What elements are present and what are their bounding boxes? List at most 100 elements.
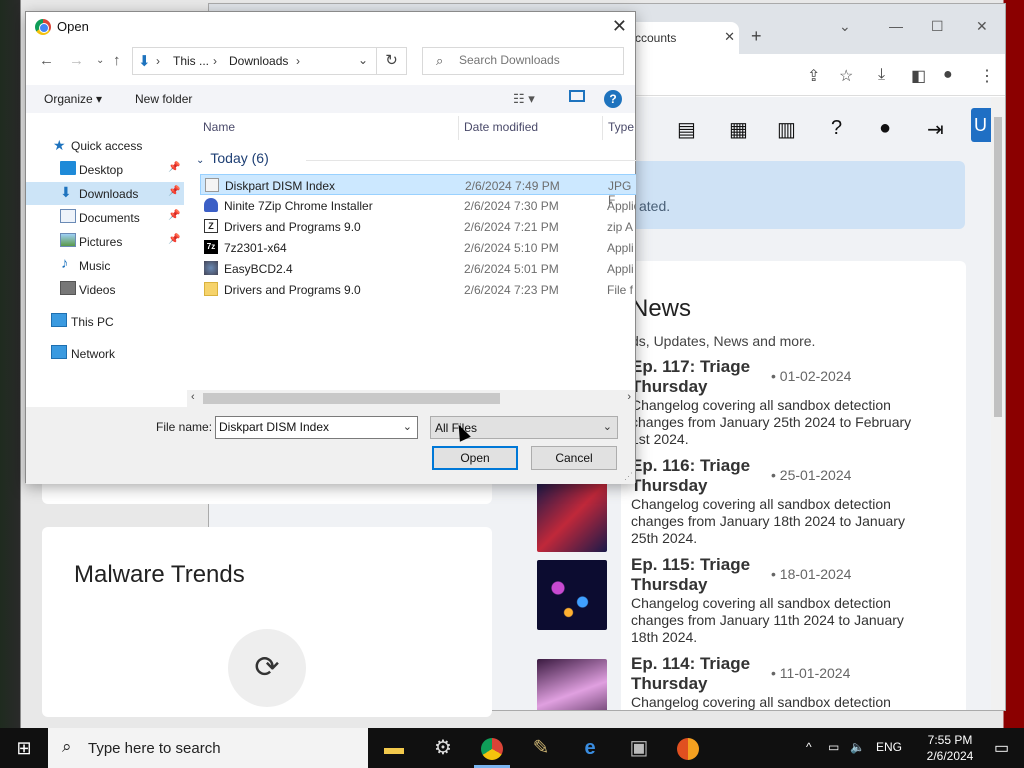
page-scrollbar[interactable] xyxy=(991,97,1005,710)
tab-search-chevron-icon[interactable]: ⌄ xyxy=(839,18,851,35)
settings-gear-icon[interactable]: ⚙ xyxy=(419,728,467,768)
horizontal-scrollbar[interactable]: ‹ › xyxy=(187,390,635,407)
profile-icon[interactable]: ● xyxy=(943,66,953,84)
scroll-right-icon[interactable]: › xyxy=(627,391,631,403)
file-row[interactable]: Diskpart DISM Index 2/6/2024 7:49 PM JPG… xyxy=(200,174,636,207)
news-item-date: • 18-01-2024 xyxy=(771,566,852,582)
address-bar[interactable]: ⬇ › This ... › Downloads › ⌄ xyxy=(132,47,377,75)
up-arrow-icon[interactable]: ↑ xyxy=(113,52,121,69)
image-file-icon xyxy=(205,178,219,192)
breadcrumb-downloads[interactable]: Downloads xyxy=(229,54,288,68)
nav-desktop[interactable]: Desktop 📌 xyxy=(26,158,184,181)
close-tab-icon[interactable]: ✕ xyxy=(724,29,735,45)
scrollbar-thumb[interactable] xyxy=(994,117,1002,417)
file-explorer-icon[interactable]: ▬ xyxy=(370,728,418,768)
preview-pane-icon[interactable] xyxy=(569,90,585,102)
volume-icon[interactable]: 🔈 xyxy=(850,740,865,754)
news-item-title[interactable]: Ep. 117: Triage Thursday xyxy=(631,357,771,397)
taskbar-search[interactable]: ⌕ Type here to search xyxy=(48,728,368,768)
nav-network[interactable]: Network xyxy=(26,342,184,365)
forward-arrow-icon[interactable]: → xyxy=(69,52,84,69)
cancel-button[interactable]: Cancel xyxy=(531,446,617,470)
new-folder-button[interactable]: New folder xyxy=(135,92,192,106)
change-view-icon[interactable]: ☷ ▾ xyxy=(513,91,535,107)
menu-kebab-icon[interactable]: ⋮ xyxy=(979,66,995,86)
share-icon[interactable]: ⇪ xyxy=(807,66,820,86)
news-item-title[interactable]: Ep. 116: Triage Thursday xyxy=(631,456,771,496)
browser-tab[interactable]: ccounts ✕ xyxy=(627,22,739,54)
nav-quick-access[interactable]: ★ Quick access xyxy=(26,134,184,157)
nav-downloads[interactable]: ⬇ Downloads 📌 xyxy=(26,182,184,205)
news-item[interactable]: Ep. 114: Triage Thursday • 11-01-2024 Ch… xyxy=(537,654,966,710)
user-icon[interactable]: ● xyxy=(879,117,891,140)
nav-this-pc[interactable]: This PC xyxy=(26,310,184,333)
news-item[interactable]: Ep. 116: Triage Thursday • 25-01-2024 Ch… xyxy=(537,456,966,554)
file-row[interactable]: Z Drivers and Programs 9.0 2/6/2024 7:21… xyxy=(200,216,636,237)
chevron-down-icon[interactable]: ⌄ xyxy=(403,420,412,433)
search-box[interactable]: ⌕ xyxy=(422,47,624,75)
file-row[interactable]: Ninite 7Zip Chrome Installer 2/6/2024 7:… xyxy=(200,195,636,216)
help-icon[interactable]: ? xyxy=(831,117,842,140)
file-row[interactable]: 7z 7z2301-x64 2/6/2024 5:10 PM Appli xyxy=(200,237,636,258)
logout-icon[interactable]: ⇥ xyxy=(927,117,944,142)
column-type[interactable]: Type xyxy=(608,120,634,134)
recent-locations-icon[interactable]: ⌄ xyxy=(96,55,104,66)
horizontal-scrollbar-thumb[interactable] xyxy=(203,393,500,404)
organize-button[interactable]: Organize ▾ xyxy=(44,92,102,106)
search-icon: ⌕ xyxy=(436,53,444,68)
tray-chevron-icon[interactable]: ^ xyxy=(806,740,812,754)
chevron-down-icon[interactable]: ⌄ xyxy=(603,420,612,433)
card-bottom-edge xyxy=(42,484,492,504)
close-window-button[interactable]: ✕ xyxy=(976,18,988,35)
file-name-combobox[interactable]: ⌄ xyxy=(215,416,418,439)
resize-grip-icon[interactable]: ⋰ xyxy=(624,471,633,482)
group-header-today[interactable]: ⌄ Today (6) xyxy=(196,150,269,166)
nav-videos[interactable]: Videos xyxy=(26,278,184,301)
download-icon[interactable]: ⤓ xyxy=(878,66,885,84)
dashboard-icon[interactable]: ▦ xyxy=(729,117,748,142)
refresh-icon[interactable]: ⟳ xyxy=(228,629,306,707)
user-button[interactable]: U xyxy=(971,108,991,142)
notification-center-icon[interactable]: ▭ xyxy=(994,738,1009,758)
scroll-left-icon[interactable]: ‹ xyxy=(191,391,195,403)
breadcrumb-this-pc[interactable]: This ... xyxy=(173,54,209,68)
open-button[interactable]: Open xyxy=(432,446,518,470)
news-item[interactable]: Ep. 117: Triage Thursday • 01-02-2024 Ch… xyxy=(621,357,966,455)
chrome-taskbar-icon[interactable] xyxy=(468,728,516,768)
network-app-icon[interactable]: ▣ xyxy=(615,728,663,768)
bookmark-star-icon[interactable]: ☆ xyxy=(839,66,853,86)
search-input[interactable] xyxy=(459,53,609,67)
new-tab-button[interactable]: + xyxy=(751,26,762,47)
nav-music[interactable]: ♪ Music xyxy=(26,254,184,277)
help-button[interactable]: ? xyxy=(604,90,622,108)
unknown-app-icon[interactable]: ✎ xyxy=(517,728,565,768)
start-button[interactable]: ⊞ xyxy=(0,728,48,768)
book-icon[interactable]: ▥ xyxy=(777,117,796,142)
file-name-input[interactable] xyxy=(219,420,394,434)
news-item[interactable]: Ep. 115: Triage Thursday • 18-01-2024 Ch… xyxy=(537,555,966,653)
chrome-canary-icon[interactable] xyxy=(664,728,712,768)
news-item-date: • 11-01-2024 xyxy=(771,665,851,681)
nav-pictures[interactable]: Pictures 📌 xyxy=(26,230,184,253)
file-row[interactable]: EasyBCD2.4 2/6/2024 5:01 PM Appli xyxy=(200,258,636,279)
maximize-button[interactable]: ☐ xyxy=(931,18,944,35)
back-arrow-icon[interactable]: ← xyxy=(39,52,54,69)
address-dropdown-icon[interactable]: ⌄ xyxy=(358,53,368,67)
minimize-button[interactable]: — xyxy=(889,18,903,34)
refresh-button[interactable]: ↻ xyxy=(377,47,407,75)
news-item-title[interactable]: Ep. 115: Triage Thursday xyxy=(631,555,771,595)
news-item-title[interactable]: Ep. 114: Triage Thursday xyxy=(631,654,771,694)
news-item-date: • 25-01-2024 xyxy=(771,467,852,483)
file-row[interactable]: Drivers and Programs 9.0 2/6/2024 7:23 P… xyxy=(200,279,636,300)
nav-documents[interactable]: Documents 📌 xyxy=(26,206,184,229)
side-panel-icon[interactable]: ◧ xyxy=(911,66,926,86)
news-item-date: • 01-02-2024 xyxy=(771,368,852,384)
dialog-close-button[interactable]: ✕ xyxy=(612,16,627,37)
clock[interactable]: 7:55 PM 2/6/2024 xyxy=(910,732,990,764)
internet-explorer-icon[interactable]: e xyxy=(566,728,614,768)
column-name[interactable]: Name xyxy=(203,120,235,134)
language-indicator[interactable]: ENG xyxy=(876,740,902,754)
column-date-modified[interactable]: Date modified xyxy=(464,120,538,134)
network-tray-icon[interactable]: ▭ xyxy=(828,740,839,754)
chat-icon[interactable]: ▤ xyxy=(677,117,696,142)
